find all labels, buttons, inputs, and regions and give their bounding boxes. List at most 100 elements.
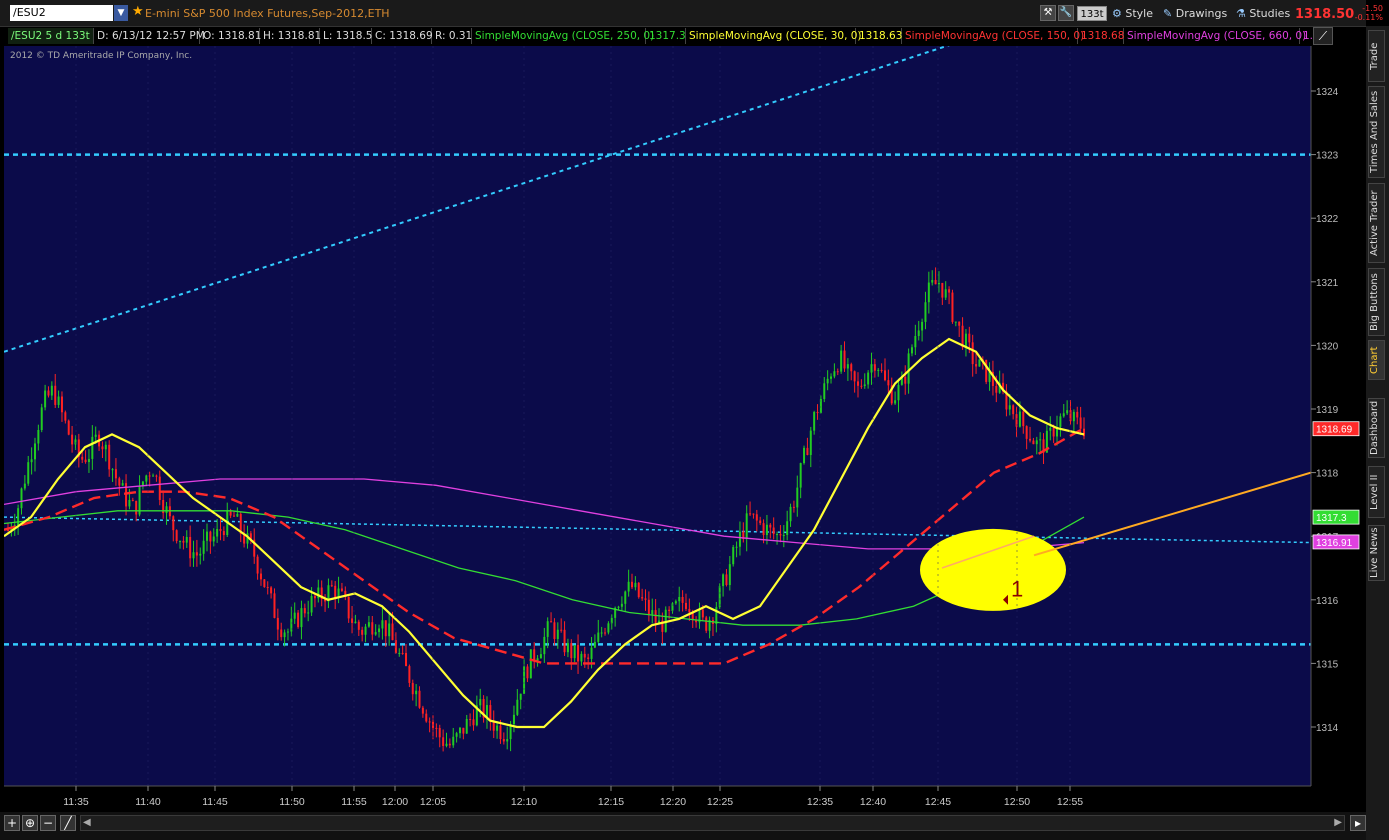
price-chart[interactable]: 1 [4, 46, 1311, 786]
favorite-star-icon[interactable]: ★ [132, 4, 144, 19]
tab-dashboard[interactable]: Dashboard [1368, 398, 1385, 458]
candle-body [786, 521, 789, 535]
candle-body [20, 488, 23, 509]
candle-body [165, 506, 168, 514]
candle-body [688, 608, 691, 613]
tab-chart[interactable]: Chart [1368, 340, 1385, 380]
candle-body [870, 364, 873, 373]
candle-body [114, 469, 117, 479]
expand-icon[interactable]: ▸ [1350, 815, 1366, 831]
candle-body [684, 602, 687, 609]
candle-body [546, 621, 549, 637]
candle-body [627, 581, 630, 592]
time-scrollbar[interactable]: ◀ ▶ [80, 815, 1345, 831]
drawing-mode-icon[interactable]: ⟋ [1313, 27, 1333, 45]
candle-body [577, 644, 580, 662]
tab-active-trader[interactable]: Active Trader [1368, 183, 1385, 263]
candle-body [654, 610, 657, 623]
sma250-value: 1317.3 [646, 28, 686, 44]
chart-plot-area[interactable]: 1 [4, 46, 1311, 786]
candle-body [580, 653, 583, 662]
candle-body [904, 376, 907, 384]
time-tick-label: 11:50 [279, 796, 305, 808]
candle-body [104, 444, 107, 450]
symbol-info[interactable]: /ESU2 5 d 133t [8, 28, 94, 44]
candle-body [752, 513, 755, 515]
time-tick-label: 12:50 [1004, 796, 1030, 808]
candle-body [897, 384, 900, 401]
candle-body [310, 596, 313, 613]
price-tag-label-0: 1318.69 [1316, 425, 1353, 436]
studies-button[interactable]: ⚗ Studies [1236, 5, 1290, 22]
scroll-left-icon[interactable]: ◀ [83, 817, 91, 828]
candle-body [894, 400, 897, 404]
draw-line-icon[interactable]: ╱ [60, 815, 76, 831]
candle-body [108, 444, 111, 470]
chart-tool-icon[interactable]: ⚒ [1040, 5, 1056, 21]
tab-level-ii[interactable]: Level II [1368, 466, 1385, 518]
candle-body [553, 622, 556, 639]
wrench-icon[interactable]: 🔧 [1058, 5, 1074, 21]
aggregation-badge[interactable]: 133t [1077, 6, 1107, 21]
bar-date: D: 6/13/12 12:57 PM [94, 28, 205, 44]
candle-body [452, 736, 455, 746]
candle-body [479, 698, 482, 706]
candle-body [276, 617, 279, 630]
candle-body [647, 599, 650, 615]
symbol-dropdown-button[interactable]: ▼ [114, 5, 128, 21]
price-tick-label: 1322 [1316, 214, 1339, 225]
bar-open: O: 1318.81 [200, 28, 261, 44]
candle-body [256, 556, 259, 574]
candle-body [408, 666, 411, 683]
candle-body [60, 396, 63, 413]
candle-body [924, 302, 927, 322]
candle-body [195, 552, 198, 556]
zoom-out-icon[interactable]: − [40, 815, 56, 831]
style-button[interactable]: ⚙ Style [1112, 5, 1153, 22]
candle-body [968, 333, 971, 343]
candle-body [300, 608, 303, 628]
candle-body [1039, 439, 1042, 441]
candle-body [297, 612, 300, 628]
candle-body [361, 629, 364, 635]
candle-body [381, 620, 384, 629]
candle-body [776, 534, 779, 536]
candle-body [644, 598, 647, 600]
candle-body [634, 582, 637, 588]
candle-body [206, 531, 209, 541]
candle-body [425, 713, 428, 722]
candle-body [435, 727, 438, 729]
tab-trade[interactable]: Trade [1368, 30, 1385, 82]
candle-body [185, 536, 188, 543]
candle-body [131, 499, 134, 501]
candle-body [539, 654, 542, 659]
candle-body [313, 596, 316, 599]
zoom-fit-icon[interactable]: ⊕ [22, 815, 38, 831]
zoom-in-icon[interactable]: + [4, 815, 20, 831]
candle-body [283, 632, 286, 638]
candle-body [351, 618, 354, 623]
candle-body [1025, 426, 1028, 439]
tab-times-and-sales[interactable]: Times And Sales [1368, 86, 1385, 178]
price-tag-label-2: 1316.91 [1316, 538, 1353, 549]
candle-body [803, 447, 806, 464]
candle-body [799, 463, 802, 488]
tab-live-news[interactable]: Live News [1368, 525, 1385, 581]
tab-big-buttons[interactable]: Big Buttons [1368, 268, 1385, 336]
scroll-right-icon[interactable]: ▶ [1334, 817, 1342, 828]
time-tick-label: 11:35 [63, 796, 89, 808]
drawings-button[interactable]: ✎ Drawings [1163, 5, 1227, 22]
candle-body [401, 652, 404, 654]
candle-body [118, 478, 121, 486]
symbol-input[interactable]: /ESU2 [10, 5, 113, 21]
candle-body [759, 520, 762, 524]
candle-body [958, 321, 961, 326]
price-tag-2 [1312, 534, 1360, 550]
candle-body [826, 378, 829, 384]
candle-body [907, 353, 910, 384]
candle-body [556, 629, 559, 639]
candle-body [489, 705, 492, 721]
candle-body [631, 581, 634, 588]
candle-body [867, 372, 870, 385]
candle-body [219, 528, 222, 532]
